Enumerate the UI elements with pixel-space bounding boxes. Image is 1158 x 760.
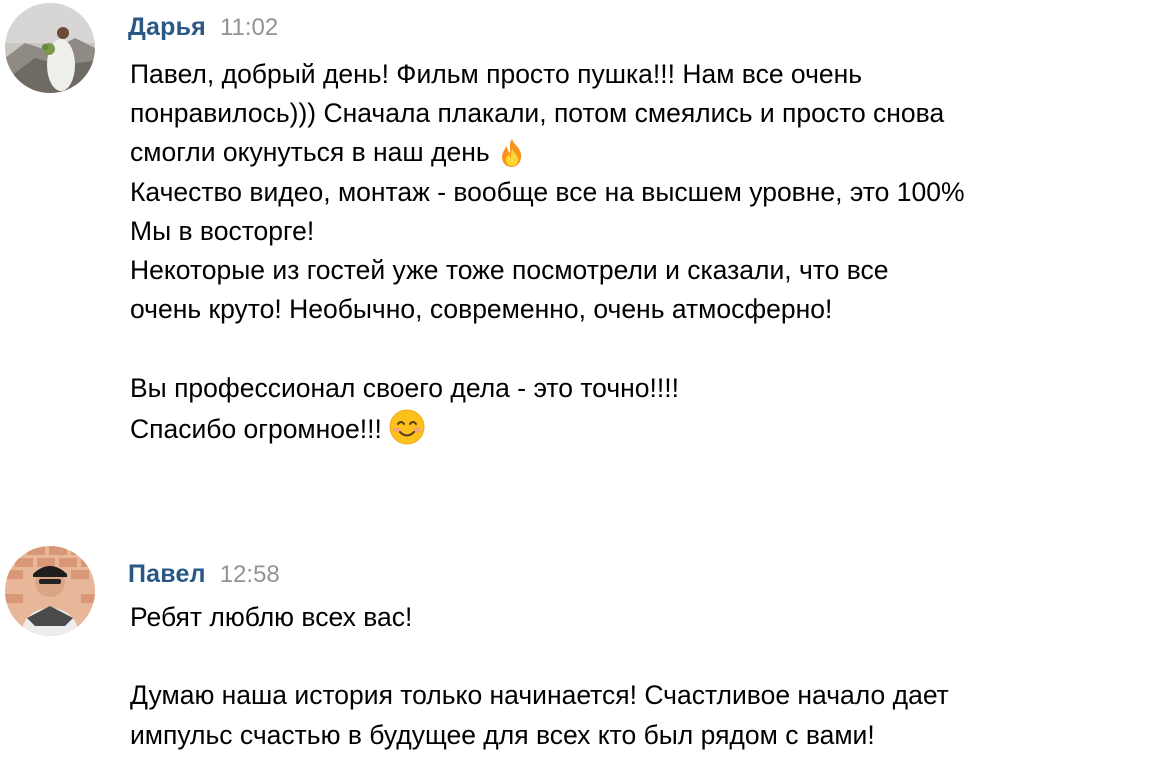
message-line: Павел, добрый день! Фильм просто пушка!!…: [130, 59, 863, 89]
message-line: Качество видео, монтаж - вообще все на в…: [130, 176, 965, 207]
message-line-blank: [130, 637, 949, 676]
smiling-face-emoji-icon: [388, 408, 426, 457]
message-line: Мы в восторге!: [130, 215, 315, 246]
author-name[interactable]: Павел: [128, 560, 206, 588]
message-text: Павел, добрый день! Фильм просто пушка!!…: [130, 55, 965, 447]
message-line: понравилось))) Сначала плакали, потом см…: [130, 98, 945, 129]
message-line: Ребят люблю всех вас!: [130, 602, 413, 632]
message-timestamp[interactable]: 11:02: [220, 14, 278, 41]
message-line-text: Спасибо огромное!!!: [130, 413, 382, 444]
avatar[interactable]: [5, 546, 95, 636]
message-line-text: смогли окунуться в наш день: [130, 137, 490, 168]
message-text: Ребят люблю всех вас! Думаю наша история…: [130, 598, 949, 755]
author-name[interactable]: Дарья: [128, 13, 206, 41]
message-timestamp[interactable]: 12:58: [220, 561, 280, 588]
message-line: Думаю наша история только начинается! Сч…: [130, 680, 949, 711]
message-line-blank: [130, 329, 965, 368]
message-line: импульс счастью в будущее для всех кто б…: [130, 719, 875, 750]
avatar-photo-pavel: [5, 546, 95, 636]
avatar-photo-darya: [5, 3, 95, 93]
message-line-with-emoji: Спасибо огромное!!!: [130, 408, 965, 447]
message-line: Вы профессионал своего дела - это точно!…: [130, 372, 679, 403]
message-line: очень круто! Необычно, современно, очень…: [130, 294, 833, 325]
message-line-with-emoji: смогли окунуться в наш день: [130, 133, 965, 172]
avatar[interactable]: [5, 3, 95, 93]
message-line: Некоторые из гостей уже тоже посмотрели …: [130, 254, 889, 285]
